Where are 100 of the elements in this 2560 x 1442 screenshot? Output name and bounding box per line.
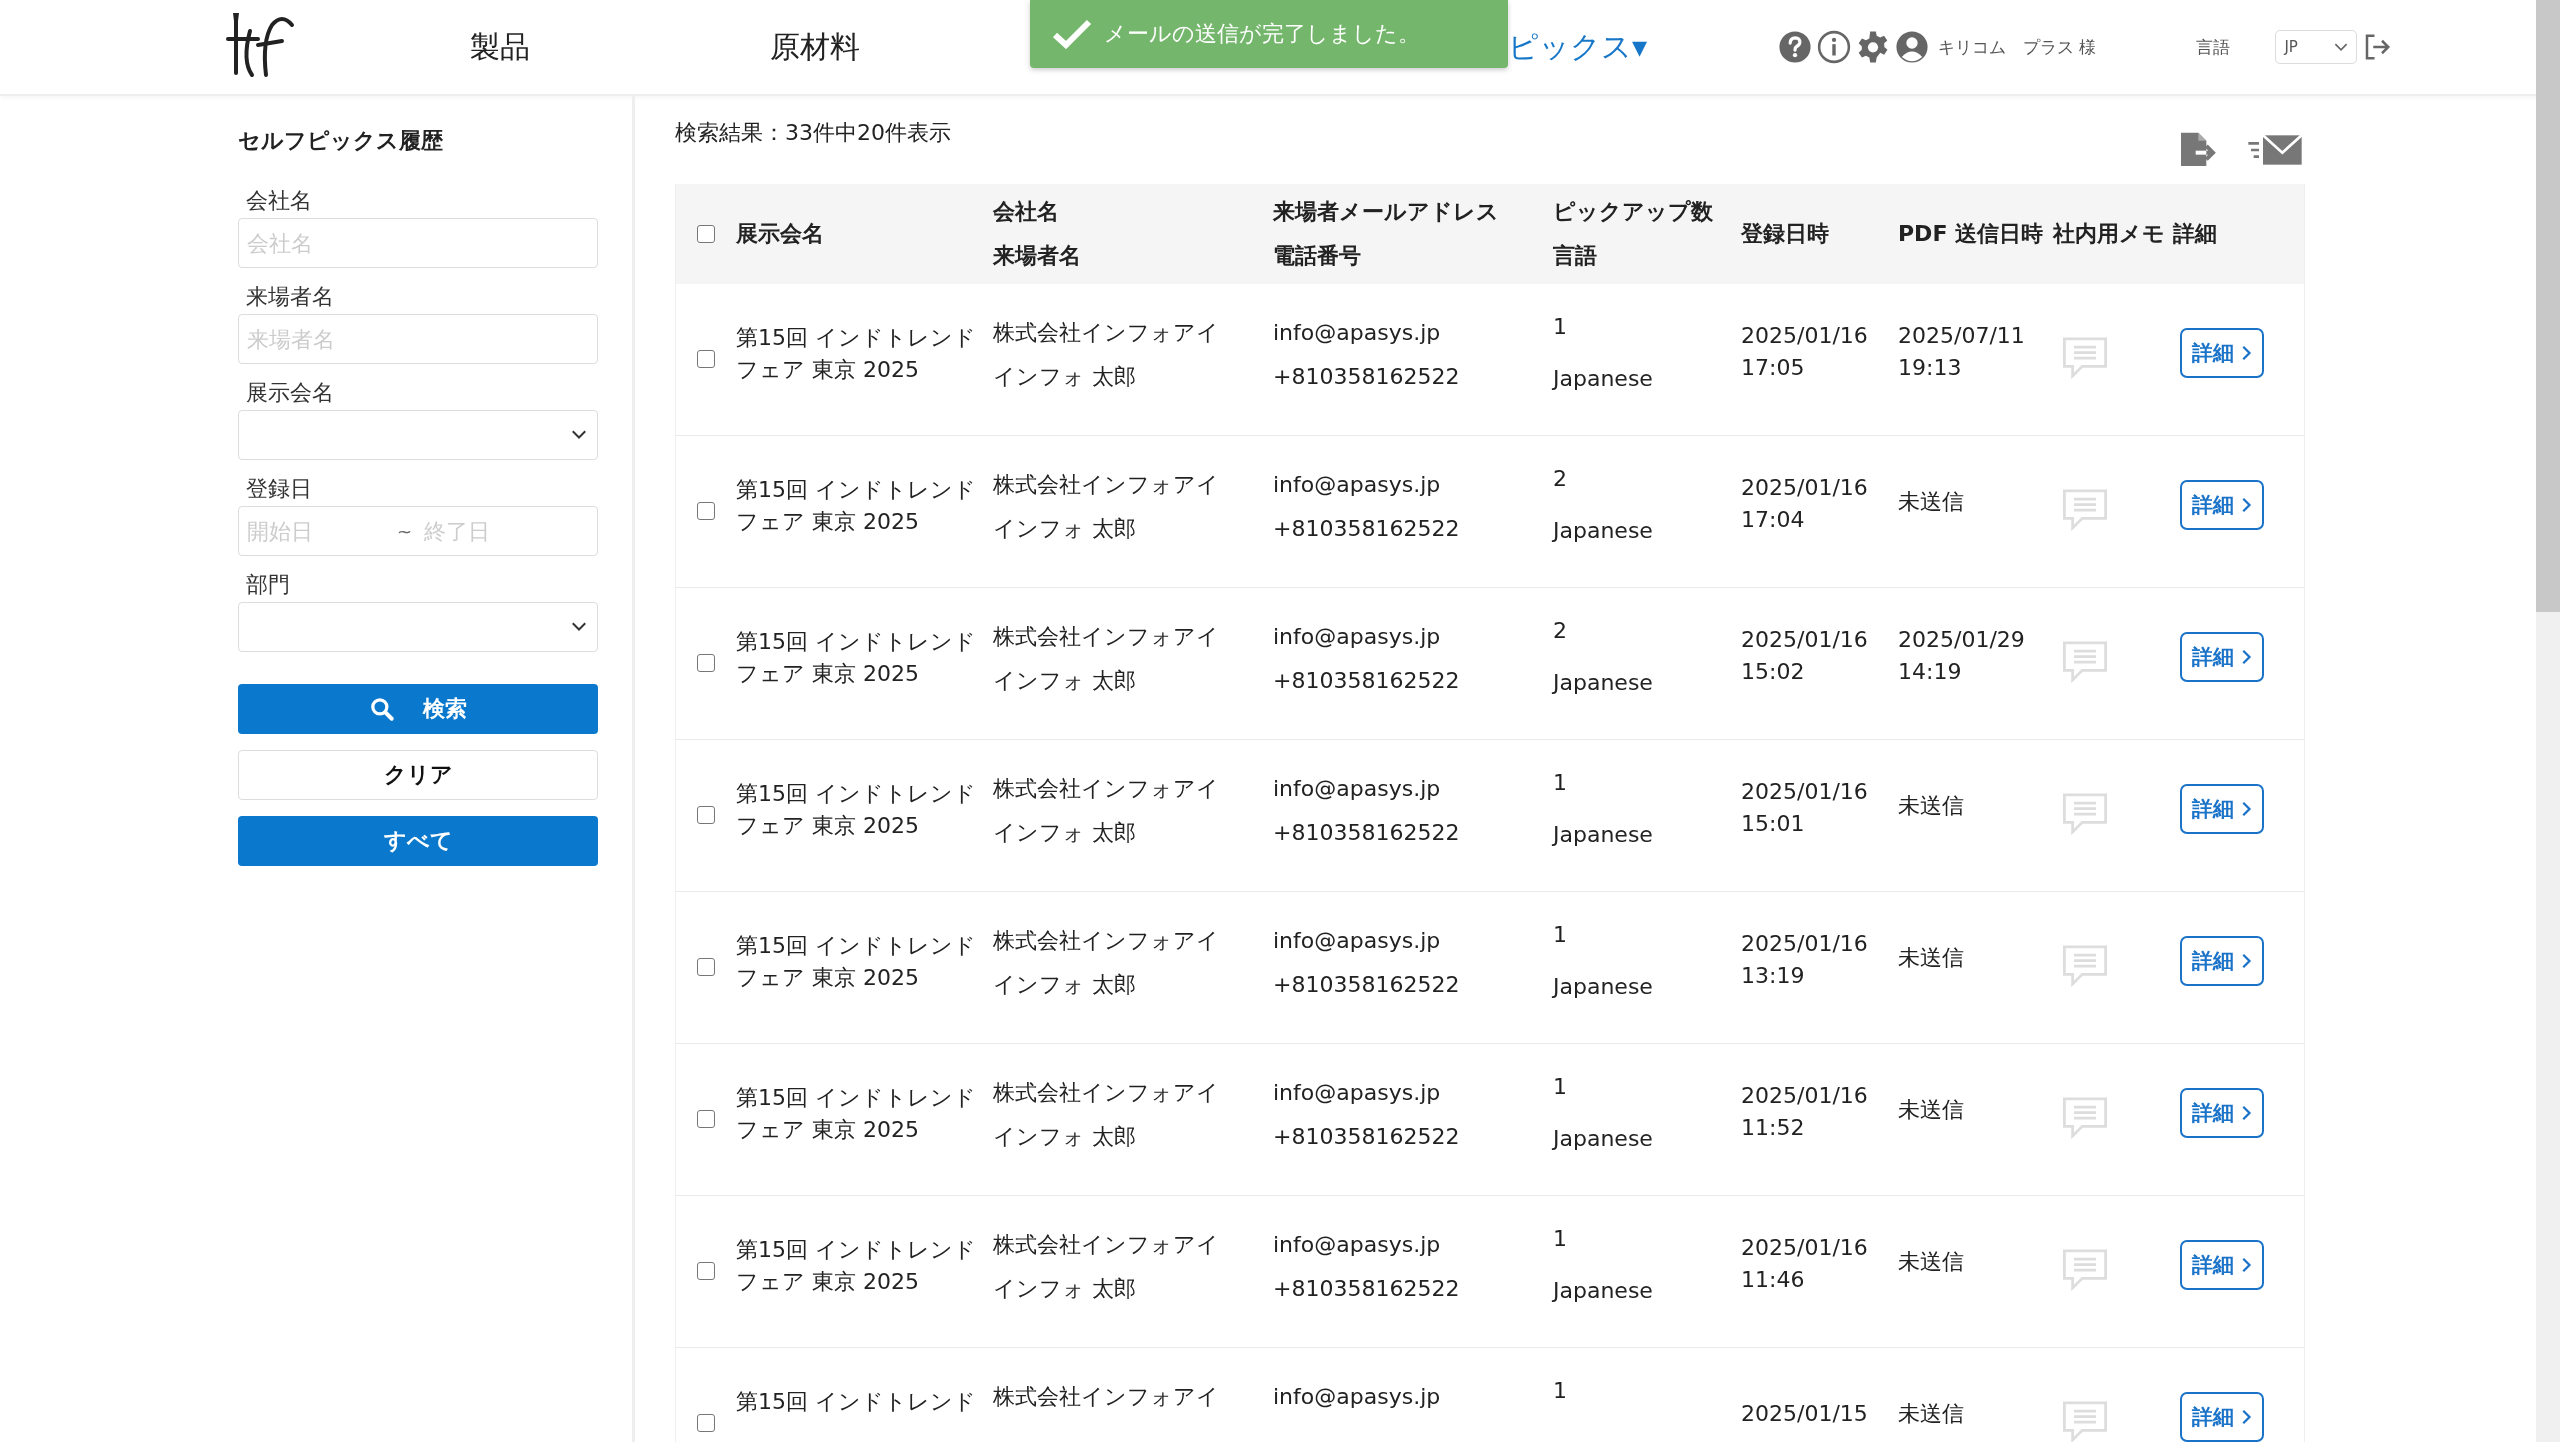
- table-cell-text: 未送信: [1898, 1248, 1965, 1276]
- table-cell-text: 未送信: [1898, 944, 1965, 972]
- table-cell-text: Japanese: [1553, 1278, 1654, 1304]
- detail-button[interactable]: 詳細: [2180, 1240, 2264, 1290]
- clear-button[interactable]: クリア: [238, 750, 598, 800]
- column-header: PDF 送信日時: [1898, 220, 2045, 248]
- table-cell-text: インフォ 太郎: [993, 1276, 1137, 1302]
- table-cell-text: info@apasys.jp: [1273, 624, 1442, 650]
- table-cell-text: info@apasys.jp: [1273, 1384, 1442, 1410]
- table-cell-text: info@apasys.jp: [1273, 928, 1442, 954]
- all-button[interactable]: すべて: [238, 816, 598, 866]
- table-cell-text: 第15回 インドトレンドフェア 東京 2025: [736, 1236, 977, 1296]
- table-cell-text: info@apasys.jp: [1273, 320, 1442, 346]
- table-cell-text: info@apasys.jp: [1273, 1080, 1442, 1106]
- field-label: 展示会名: [246, 379, 335, 407]
- table-cell-text: 2025/01/16 15:02: [1741, 626, 1869, 686]
- table-cell-text: +810358162522: [1273, 364, 1461, 390]
- table-cell-text: 1: [1553, 1074, 1568, 1100]
- detail-button[interactable]: 詳細: [2180, 784, 2264, 834]
- language-label: 言語: [2196, 35, 2231, 59]
- table-cell-text: 2025/01/16 13:19: [1741, 930, 1869, 990]
- table-cell-text: 株式会社インフォアイ: [993, 1384, 1220, 1410]
- column-header: 登録日時: [1741, 220, 1830, 248]
- nav-link[interactable]: ピックス▾: [1508, 26, 1748, 68]
- field-label: 会社名: [246, 187, 313, 215]
- table-cell-text: 未送信: [1898, 1400, 1965, 1428]
- table-cell-text: info@apasys.jp: [1273, 1232, 1442, 1258]
- detail-button[interactable]: 詳細: [2180, 1088, 2264, 1138]
- table-cell-text: 2025/01/16 11:52: [1741, 1082, 1869, 1142]
- table-cell-text: 株式会社インフォアイ: [993, 472, 1220, 498]
- column-header: 社内用メモ: [2053, 220, 2166, 248]
- table-cell-text: 2025/01/16 17:04: [1741, 474, 1869, 534]
- table-cell-text: 2: [1553, 466, 1568, 492]
- sidebar-title: セルフピックス履歴: [238, 127, 444, 155]
- table-cell-text: 1: [1553, 1226, 1568, 1252]
- table-cell-text: インフォ 太郎: [993, 364, 1137, 390]
- table-cell-text: 第15回 インドトレンドフェア 東京 2025: [736, 932, 977, 992]
- table-cell-text: info@apasys.jp: [1273, 472, 1442, 498]
- table-cell-text: 1: [1553, 770, 1568, 796]
- table-cell-text: 1: [1553, 1378, 1568, 1404]
- table-cell-text: インフォ 太郎: [993, 972, 1137, 998]
- table-cell-text: 株式会社インフォアイ: [993, 1232, 1220, 1258]
- column-header: 会社名: [993, 198, 1060, 226]
- table-cell-text: 1: [1553, 314, 1568, 340]
- detail-button[interactable]: 詳細: [2180, 1392, 2264, 1442]
- table-cell-text: 株式会社インフォアイ: [993, 776, 1220, 802]
- field-label: 登録日: [246, 475, 313, 503]
- table-cell-text: 第15回 インドトレンドフェア 東京 2025: [736, 324, 977, 384]
- column-header: ピックアップ数: [1553, 198, 1714, 226]
- table-cell-text: 第15回 インドトレンドフェア 東京 2025: [736, 780, 977, 840]
- detail-button[interactable]: 詳細: [2180, 632, 2264, 682]
- table-cell-text: +810358162522: [1273, 972, 1461, 998]
- column-header: 展示会名: [736, 220, 825, 248]
- detail-button[interactable]: 詳細: [2180, 480, 2264, 530]
- table-cell-text: Japanese: [1553, 974, 1654, 1000]
- table-cell-text: インフォ 太郎: [993, 820, 1137, 846]
- nav-link[interactable]: 製品: [470, 26, 770, 68]
- table-cell-text: 第15回 インドトレンド: [736, 1388, 977, 1416]
- toast-message: メールの送信が完了しました。: [1104, 20, 1420, 48]
- table-cell-text: 未送信: [1898, 1096, 1965, 1124]
- column-header: 詳細: [2173, 220, 2218, 248]
- detail-button[interactable]: 詳細: [2180, 936, 2264, 986]
- table-cell-text: インフォ 太郎: [993, 1124, 1137, 1150]
- field-label: 来場者名: [246, 283, 335, 311]
- table-cell-text: 未送信: [1898, 792, 1965, 820]
- table-cell-text: Japanese: [1553, 518, 1654, 544]
- table-cell-text: 2025/01/15: [1741, 1400, 1869, 1428]
- table-cell-text: +810358162522: [1273, 1124, 1461, 1150]
- table-cell-text: 2025/01/16 17:05: [1741, 322, 1869, 382]
- table-cell-text: 1: [1553, 922, 1568, 948]
- table-cell-text: +810358162522: [1273, 1276, 1461, 1302]
- table-cell-text: インフォ 太郎: [993, 668, 1137, 694]
- column-header: 来場者メールアドレス: [1273, 198, 1500, 226]
- table-cell-text: 株式会社インフォアイ: [993, 928, 1220, 954]
- table-cell-text: 株式会社インフォアイ: [993, 624, 1220, 650]
- table-cell-text: 株式会社インフォアイ: [993, 1080, 1220, 1106]
- table-cell-text: Japanese: [1553, 366, 1654, 392]
- table-cell-text: 第15回 インドトレンドフェア 東京 2025: [736, 628, 977, 688]
- table-cell-text: 2: [1553, 618, 1568, 644]
- table-cell-text: +810358162522: [1273, 668, 1461, 694]
- table-cell-text: インフォ 太郎: [993, 516, 1137, 542]
- detail-button[interactable]: 詳細: [2180, 328, 2264, 378]
- table-cell-text: Japanese: [1553, 670, 1654, 696]
- range-separator: ~: [397, 520, 413, 542]
- field-label: 部門: [246, 571, 291, 599]
- table-cell-text: 未送信: [1898, 488, 1965, 516]
- table-cell-text: +810358162522: [1273, 516, 1461, 542]
- table-cell-text: Japanese: [1553, 822, 1654, 848]
- table-cell-text: Japanese: [1553, 1126, 1654, 1152]
- column-header: 電話番号: [1273, 242, 1362, 270]
- table-cell-text: 第15回 インドトレンドフェア 東京 2025: [736, 1084, 977, 1144]
- column-header: 来場者名: [993, 242, 1082, 270]
- table-cell-text: info@apasys.jp: [1273, 776, 1442, 802]
- table-cell-text: 2025/01/29 14:19: [1898, 626, 2026, 686]
- table-cell-text: 第15回 インドトレンドフェア 東京 2025: [736, 476, 977, 536]
- language-select[interactable]: JP: [2275, 30, 2358, 64]
- result-summary: 検索結果：33件中20件表示: [675, 119, 951, 147]
- search-button[interactable]: 検索: [238, 684, 598, 734]
- user-name: キリコム プラス 様: [1938, 35, 2097, 59]
- table-cell-text: 2025/01/16 11:46: [1741, 1234, 1869, 1294]
